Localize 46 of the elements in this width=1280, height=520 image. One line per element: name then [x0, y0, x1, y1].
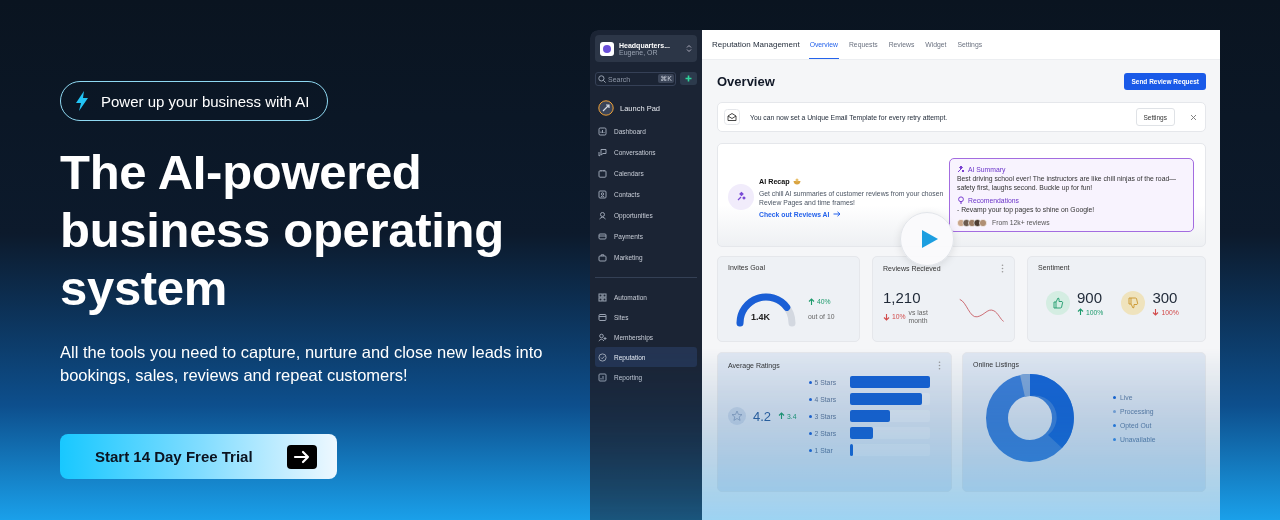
page-title: Overview	[717, 73, 775, 89]
avatar-group-icon	[957, 218, 989, 227]
subtitle: All the tools you need to capture, nurture and close new leads into bookings, sales, reviews and repeat customers!	[60, 342, 544, 386]
bullet-icon	[808, 380, 812, 384]
kebab-menu-icon	[938, 361, 941, 370]
people-icon	[598, 211, 607, 220]
bullet-icon	[808, 431, 812, 435]
gauge-chart	[734, 290, 798, 327]
kebab-menu-icon	[1001, 264, 1004, 273]
badge-text: Power up your business with AI	[101, 92, 310, 110]
location-avatar-icon	[600, 41, 614, 56]
sparkle-icon	[957, 165, 965, 174]
briefcase-icon	[598, 253, 607, 262]
sentiment-count: 900	[1077, 289, 1104, 306]
gauge-value: 1.4K	[751, 311, 770, 322]
contact-card-icon	[598, 190, 607, 199]
page-header-title: Reputation Management	[712, 40, 800, 49]
card-icon	[598, 232, 607, 241]
sentiment-count: 300	[1152, 289, 1179, 306]
grid-icon	[598, 292, 607, 302]
bullet-icon	[808, 414, 812, 418]
arrow-icon	[833, 211, 842, 217]
headline: The AI-powered business operating system	[60, 144, 505, 317]
search-icon	[598, 75, 606, 83]
stat-value: 1,210	[883, 288, 922, 306]
lightning-icon	[75, 90, 89, 112]
chat-icon	[598, 148, 607, 157]
play-icon	[920, 229, 939, 249]
add-button[interactable]	[680, 72, 697, 85]
chevron-up-down-icon	[686, 44, 692, 53]
trial-button[interactable]: Start 14 Day Free Trial	[60, 434, 337, 479]
close-icon	[1190, 113, 1197, 121]
sparkle-icon	[728, 184, 754, 210]
plus-icon	[685, 75, 692, 82]
calendar-icon	[598, 169, 607, 178]
person-plus-icon	[598, 332, 607, 342]
bowl-icon	[792, 177, 801, 185]
check-circle-icon	[598, 352, 607, 362]
bullet-icon	[808, 397, 812, 401]
rating-score: 4.2	[753, 408, 772, 424]
lightbulb-icon	[957, 196, 965, 205]
mail-icon	[724, 109, 740, 125]
report-icon	[598, 372, 607, 382]
bullet-icon	[808, 448, 812, 452]
chart-icon	[598, 127, 607, 136]
window-icon	[598, 312, 607, 322]
